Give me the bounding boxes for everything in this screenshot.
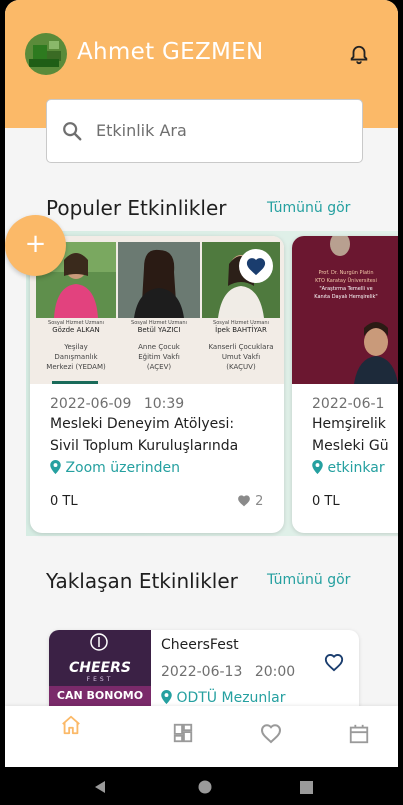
event-location[interactable]: ODTÜ Mezunlar xyxy=(161,690,286,706)
popular-carousel[interactable]: Sosyal Hizmet Uzmanı Gözde ALKAN Yeşilay… xyxy=(26,231,398,536)
system-nav-bar xyxy=(0,767,403,805)
home-system-icon[interactable] xyxy=(198,780,212,794)
heart-icon[interactable] xyxy=(259,722,283,744)
location-pin-icon xyxy=(161,690,172,704)
event-location[interactable]: etkinkar xyxy=(312,460,385,476)
search-icon xyxy=(63,122,82,141)
event-title: CheersFest xyxy=(161,637,239,653)
avatar[interactable] xyxy=(25,33,67,75)
app-screen: Ahmet GEZMEN Etkinlik Ara Populer Etkinl… xyxy=(5,0,398,767)
event-date: 2022-06-09 xyxy=(50,396,132,412)
upcoming-see-all-link[interactable]: Tümünü gör xyxy=(267,572,350,588)
popular-title: Populer Etkinlikler xyxy=(46,196,227,220)
search-placeholder: Etkinlik Ara xyxy=(96,121,187,140)
back-icon[interactable] xyxy=(93,780,107,794)
location-pin-icon xyxy=(312,460,323,474)
favorite-outline-icon[interactable] xyxy=(323,652,345,672)
event-card[interactable]: Sosyal Hizmet Uzmanı Gözde ALKAN Yeşilay… xyxy=(30,236,284,533)
search-input[interactable]: Etkinlik Ara xyxy=(46,99,363,163)
dashboard-icon[interactable] xyxy=(172,722,194,744)
calendar-icon[interactable] xyxy=(348,722,370,746)
username: Ahmet GEZMEN xyxy=(77,39,264,65)
event-location[interactable]: Zoom üzerinden xyxy=(50,460,180,476)
add-event-button[interactable]: + xyxy=(5,215,66,276)
event-card[interactable]: Prof. Dr. Nurgün Platin KTO Karatay Üniv… xyxy=(292,236,398,533)
recents-icon[interactable] xyxy=(300,781,313,794)
event-date: 2022-06-1 xyxy=(312,396,385,412)
bottom-nav xyxy=(5,706,398,767)
event-title: Hemşirelik Mesleki Gü xyxy=(312,416,389,454)
event-date: 2022-06-13 xyxy=(161,664,243,680)
event-price: 0 TL xyxy=(50,494,78,509)
heart-icon xyxy=(238,495,250,507)
event-likes: 2 xyxy=(237,494,263,509)
bell-icon[interactable] xyxy=(348,44,370,66)
heart-filled-icon xyxy=(246,258,266,276)
home-icon[interactable] xyxy=(60,714,82,736)
event-time: 20:00 xyxy=(254,664,296,680)
popular-see-all-link[interactable]: Tümünü gör xyxy=(267,200,350,216)
upcoming-title: Yaklaşan Etkinlikler xyxy=(46,569,238,593)
event-price: 0 TL xyxy=(312,494,340,509)
favorite-button[interactable] xyxy=(239,249,273,283)
location-pin-icon xyxy=(50,460,61,474)
event-time: 10:39 xyxy=(143,396,185,412)
speaker-photo xyxy=(118,242,200,318)
event-poster: Prof. Dr. Nurgün Platin KTO Karatay Üniv… xyxy=(292,236,398,384)
event-title: Mesleki Deneyim Atölyesi: Sivil Toplum K… xyxy=(50,416,239,454)
